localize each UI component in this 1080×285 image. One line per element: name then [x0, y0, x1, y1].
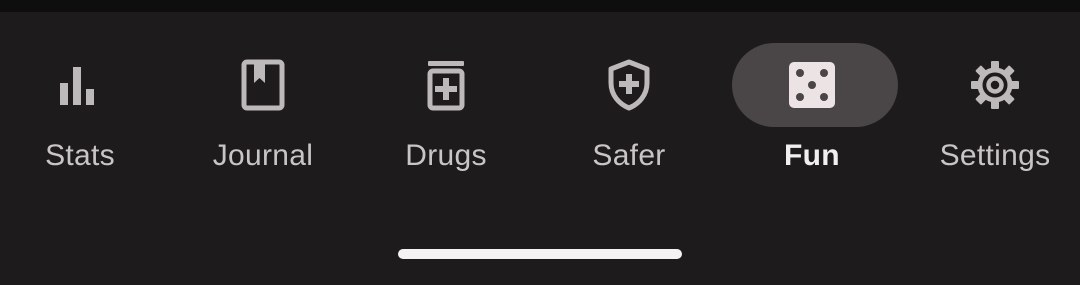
bar-chart-icon	[52, 57, 108, 113]
home-indicator-bar[interactable]	[398, 249, 682, 259]
nav-label-settings: Settings	[939, 139, 1051, 172]
medication-bottle-icon	[418, 57, 474, 113]
journal-book-icon	[235, 57, 291, 113]
nav-item-fun[interactable]: Fun	[722, 12, 902, 202]
dice-icon	[784, 57, 840, 113]
nav-label-safer: Safer	[592, 139, 666, 172]
nav-item-settings[interactable]: Settings	[905, 12, 1080, 202]
status-bar-edge	[0, 0, 1080, 12]
nav-item-drugs[interactable]: Drugs	[356, 12, 536, 202]
bottom-navigation-bar: Stats Journal Drugs Safer Fun Settings	[0, 12, 1080, 285]
shield-plus-icon	[601, 57, 657, 113]
nav-label-fun: Fun	[784, 139, 840, 172]
nav-label-journal: Journal	[212, 139, 314, 172]
nav-item-stats[interactable]: Stats	[0, 12, 170, 202]
nav-label-stats: Stats	[45, 139, 115, 172]
nav-item-journal[interactable]: Journal	[173, 12, 353, 202]
gear-icon	[967, 57, 1023, 113]
nav-label-drugs: Drugs	[405, 139, 487, 172]
nav-item-safer[interactable]: Safer	[539, 12, 719, 202]
